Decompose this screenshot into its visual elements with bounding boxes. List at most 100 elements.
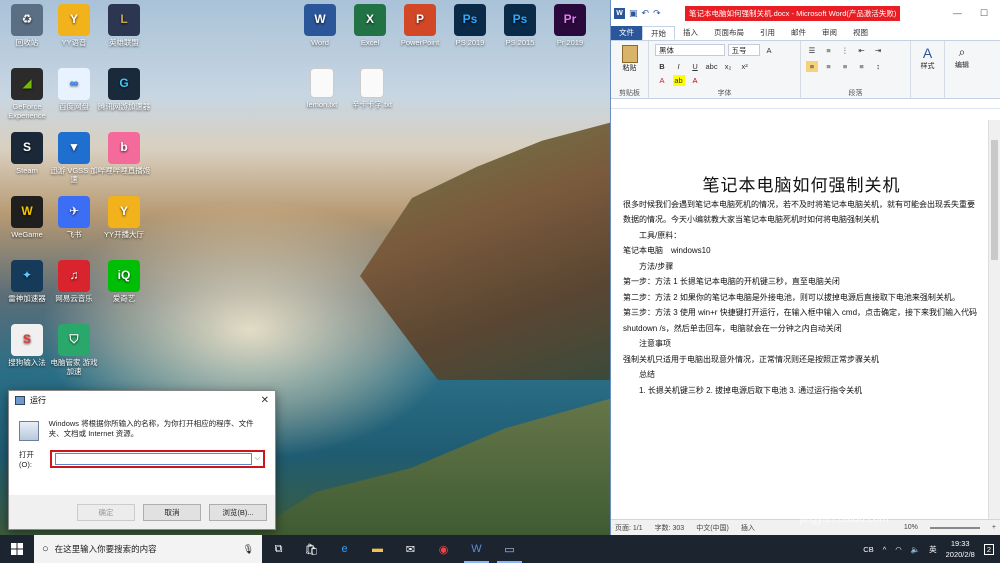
edge-icon[interactable]: e [328,535,361,563]
text-effects-icon[interactable]: A [656,75,668,86]
bold-button[interactable]: B [656,61,668,72]
paste-button[interactable]: 粘贴 [611,41,648,73]
word-count[interactable]: 字数: 303 [655,523,685,533]
page-count[interactable]: 页面: 1/1 [615,523,643,533]
editing-button[interactable]: ⌕ 编辑 [945,41,979,99]
insert-mode[interactable]: 插入 [741,523,755,533]
desktop-icon-sogou[interactable]: S 搜狗输入法 [0,324,54,368]
taskbar-search[interactable]: ○ 在这里输入你要搜索的内容 🎙 [34,535,262,563]
desktop-icon-geforce[interactable]: ◢ GeForce Experience [0,68,54,120]
desktop-icon-pc-manager[interactable]: ⛉ 电脑管家 游戏加速 [47,324,101,376]
desktop-icon-leishen[interactable]: ✦ 雷神加速器 [0,260,54,304]
tab-review[interactable]: 审阅 [814,26,845,40]
zoom-level[interactable]: 10% [904,524,918,531]
desktop-icon-pr2019[interactable]: Pr Pr 2019 [543,4,597,48]
align-left-icon[interactable]: ≡ [806,61,818,72]
network-icon[interactable]: ◠ [895,545,902,554]
tab-home[interactable]: 开始 [642,26,675,40]
run-taskbar-icon[interactable]: ▭ [493,535,526,563]
font-name-select[interactable]: 黑体 [655,44,725,56]
word-titlebar[interactable]: W ▣ ↶ ↷ 笔记本电脑如何强制关机.docx - Microsoft Wor… [611,0,1000,26]
desktop-file-lemon[interactable]: lemon.txt [295,68,349,110]
align-center-icon[interactable]: ≡ [823,61,835,72]
desktop-icon-yy-live[interactable]: Y YY开播大厅 [97,196,151,240]
redo-icon[interactable]: ↷ [653,8,661,19]
tab-mailings[interactable]: 邮件 [783,26,814,40]
input-language[interactable]: 英 [929,544,937,555]
run-command-text[interactable] [55,453,252,465]
close-icon[interactable]: ✕ [261,395,269,406]
line-spacing-icon[interactable]: ↕ [872,61,884,72]
clock[interactable]: 19:33 2020/2/8 [946,538,975,560]
zoom-in-icon[interactable]: + [992,524,996,531]
numbering-icon[interactable]: ≡ [823,45,835,56]
desktop-icon-ps2019[interactable]: Ps PS 2019 [443,4,497,48]
notification-center-icon[interactable]: 2 [983,543,994,555]
language[interactable]: 中文(中国) [696,523,729,533]
tab-view[interactable]: 视图 [845,26,876,40]
paint-icon[interactable]: ◉ [427,535,460,563]
save-icon[interactable]: ▣ [629,8,638,19]
desktop-file-text[interactable]: 辛卡卡字.txt [345,68,399,110]
desktop-icon-wegame[interactable]: W WeGame [0,196,54,240]
tab-references[interactable]: 引用 [752,26,783,40]
maximize-icon[interactable]: ☐ [980,8,988,19]
styles-button[interactable]: A 样式 [911,41,945,99]
justify-icon[interactable]: ≡ [856,61,868,72]
document-body[interactable]: 笔记本电脑如何强制关机 很多时候我们会遇到笔记本电脑死机的情况，若不及时将笔记本… [611,120,988,398]
underline-button[interactable]: U [689,61,701,72]
desktop-icon-iqiyi[interactable]: iQ 爱奇艺 [97,260,151,304]
volume-icon[interactable]: 🔈 [911,545,920,554]
desktop-icon-feishu[interactable]: ✈ 飞书 [47,196,101,240]
desktop-icon-lol[interactable]: L 英雄联盟 [97,4,151,48]
microphone-icon[interactable]: 🎙 [243,544,254,555]
desktop-icon-ps2015[interactable]: Ps PS 2015 [493,4,547,48]
ok-button[interactable]: 确定 [77,503,135,521]
start-button[interactable] [0,535,34,563]
cancel-button[interactable]: 取消 [143,503,201,521]
decrease-indent-icon[interactable]: ⇤ [856,45,868,56]
grow-font-icon[interactable]: A [763,45,775,56]
desktop-icon-yy[interactable]: Y YY语音 [47,4,101,48]
strikethrough-button[interactable]: abc [706,61,718,72]
zoom-slider[interactable] [929,526,980,529]
word-window[interactable]: W ▣ ↶ ↷ 笔记本电脑如何强制关机.docx - Microsoft Wor… [610,0,1000,535]
superscript-button[interactable]: x² [739,61,751,72]
desktop-icon-xunyou[interactable]: ▼ 迅游 VGSS 加速 [47,132,101,184]
desktop-icon-bilibili[interactable]: b 哔哩哔哩直播姬 [97,132,151,176]
word-taskbar-icon[interactable]: W [460,535,493,563]
tab-insert[interactable]: 插入 [675,26,706,40]
file-explorer-icon[interactable]: ▬ [361,535,394,563]
tab-page-layout[interactable]: 页面布局 [706,26,752,40]
run-command-input[interactable]: ⌵ [50,450,265,468]
store-icon[interactable]: 🛍 [295,535,328,563]
desktop-icon-word[interactable]: W Word [293,4,347,48]
desktop-icon-recycle-bin[interactable]: ♻ 回收站 [0,4,54,48]
vertical-scrollbar[interactable] [988,120,1000,519]
desktop-icon-netease-music[interactable]: ♫ 网易云音乐 [47,260,101,304]
font-size-select[interactable]: 五号 [727,44,760,56]
desktop-icon-excel[interactable]: X Excel [343,4,397,48]
minimize-icon[interactable]: — [953,8,962,19]
desktop-icon-steam[interactable]: S Steam [0,132,54,176]
font-color-icon[interactable]: A [689,75,701,86]
increase-indent-icon[interactable]: ⇥ [872,45,884,56]
scrollbar-thumb[interactable] [991,140,998,260]
multilevel-icon[interactable]: ⋮ [839,45,851,56]
bullets-icon[interactable]: ☰ [806,45,818,56]
highlight-icon[interactable]: ab [672,75,685,86]
subscript-button[interactable]: x₂ [722,61,734,72]
chevron-up-icon[interactable]: ^ [883,545,887,554]
desktop-icon-tencent-booster[interactable]: G 腾讯网游加速器 [97,68,151,112]
chevron-down-icon[interactable]: ⌵ [255,455,260,463]
desktop-icon-baidu-netdisk[interactable]: ∞ 百度网盘 [47,68,101,112]
run-dialog[interactable]: 运行 ✕ Windows 将根据你所输入的名称，为你打开相应的程序、文件夹、文档… [8,390,276,530]
run-dialog-titlebar[interactable]: 运行 ✕ [9,391,275,409]
italic-button[interactable]: I [673,61,685,72]
align-right-icon[interactable]: ≡ [839,61,851,72]
browse-button[interactable]: 浏览(B)... [209,503,267,521]
mail-icon[interactable]: ✉ [394,535,427,563]
task-view-icon[interactable]: ⧉ [262,535,295,563]
undo-icon[interactable]: ↶ [642,8,650,19]
desktop-icon-powerpoint[interactable]: P PowerPoint [393,4,447,48]
